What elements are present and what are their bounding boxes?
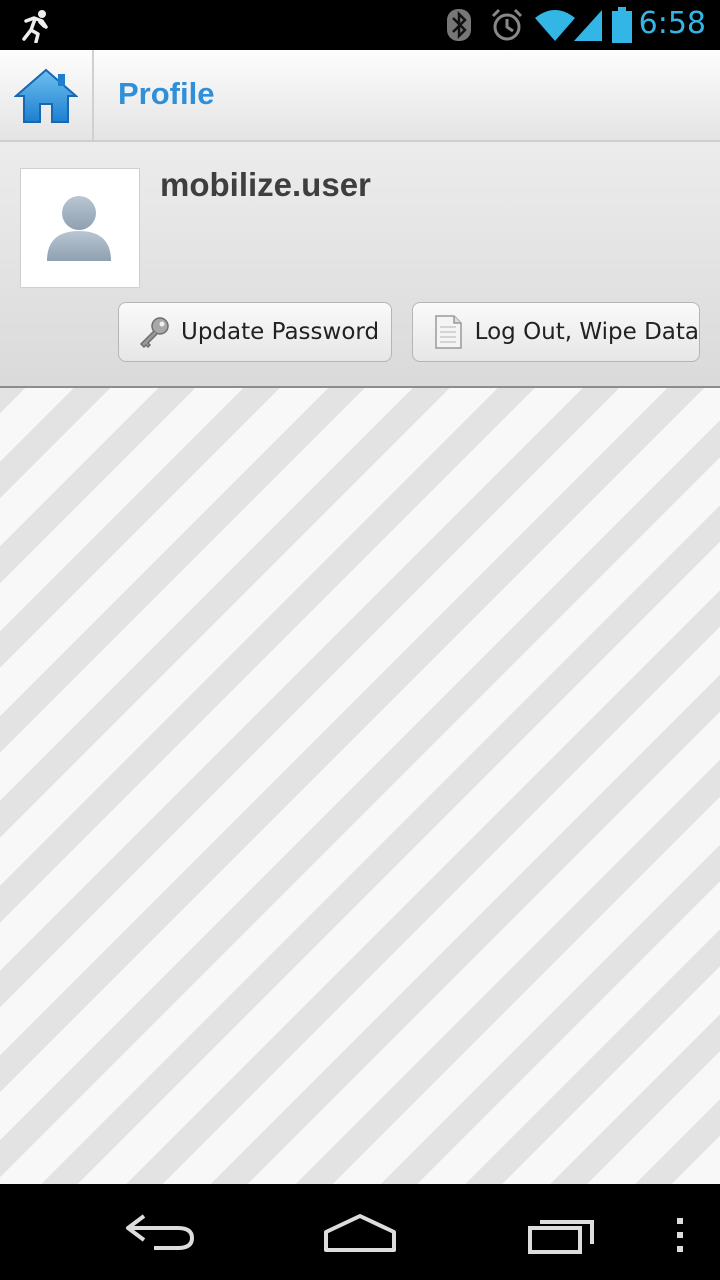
overflow-menu-icon[interactable] xyxy=(672,1216,688,1256)
battery-icon xyxy=(612,7,632,43)
bluetooth-icon xyxy=(447,9,471,41)
logout-wipe-data-label: Log Out, Wipe Data xyxy=(474,319,699,345)
update-password-label: Update Password xyxy=(181,319,380,345)
running-icon xyxy=(22,10,48,43)
status-clock: 6:58 xyxy=(638,6,706,41)
page-title: Profile xyxy=(118,76,215,111)
key-icon xyxy=(137,315,171,349)
document-icon xyxy=(431,315,465,349)
recent-apps-icon[interactable] xyxy=(526,1214,598,1256)
home-icon xyxy=(14,68,78,123)
profile-panel: mobilize.user Update Password Log Out, W… xyxy=(0,142,720,388)
home-button[interactable] xyxy=(0,50,94,140)
alarm-icon xyxy=(491,8,523,41)
action-bar: Profile xyxy=(0,50,720,142)
wifi-icon xyxy=(535,10,575,41)
back-icon[interactable] xyxy=(122,1212,196,1252)
person-silhouette-icon xyxy=(47,196,111,261)
avatar xyxy=(20,168,140,288)
content-area xyxy=(0,388,720,1184)
update-password-button[interactable]: Update Password xyxy=(118,302,392,362)
username: mobilize.user xyxy=(160,166,371,203)
status-bar: 6:58 xyxy=(0,0,720,50)
logout-wipe-data-button[interactable]: Log Out, Wipe Data xyxy=(412,302,700,362)
navigation-bar xyxy=(0,1184,720,1280)
home-icon[interactable] xyxy=(322,1212,398,1254)
signal-icon xyxy=(574,10,602,41)
